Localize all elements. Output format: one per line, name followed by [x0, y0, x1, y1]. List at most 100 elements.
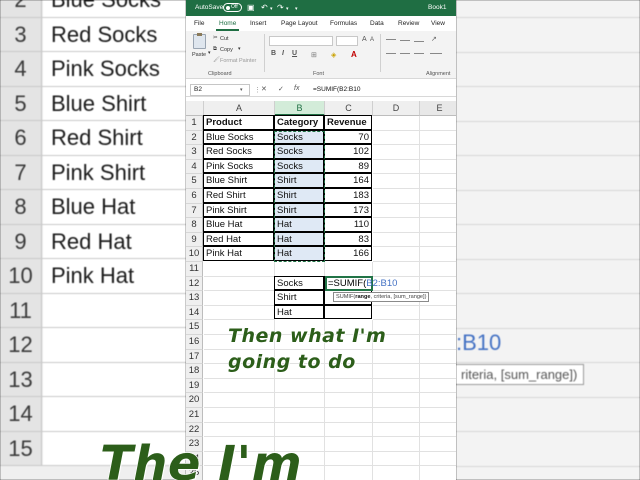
- cancel-icon[interactable]: ✕: [261, 85, 267, 93]
- paste-icon[interactable]: [193, 33, 206, 49]
- cell[interactable]: [420, 364, 456, 379]
- row-header[interactable]: 13: [186, 291, 203, 306]
- cell[interactable]: [373, 232, 420, 248]
- cell[interactable]: [373, 422, 420, 438]
- save-icon[interactable]: ▣: [247, 3, 255, 12]
- tab-view[interactable]: View: [431, 20, 445, 27]
- summary-category-cell[interactable]: Hat: [274, 304, 324, 320]
- row-header[interactable]: 17: [186, 349, 203, 365]
- copy-button[interactable]: Copy: [220, 47, 233, 53]
- table-header-cell[interactable]: Product: [203, 115, 274, 130]
- cell[interactable]: [420, 218, 456, 233]
- align-bottom-icon[interactable]: [414, 41, 424, 42]
- cell[interactable]: [420, 233, 456, 248]
- column-header-d[interactable]: D: [373, 101, 420, 116]
- category-cell[interactable]: Hat: [274, 231, 324, 247]
- category-cell[interactable]: Socks: [274, 129, 324, 145]
- cell[interactable]: [373, 159, 420, 175]
- cell[interactable]: [325, 378, 373, 394]
- cell[interactable]: [373, 145, 420, 160]
- cell[interactable]: [420, 466, 456, 480]
- cell[interactable]: [204, 262, 275, 277]
- column-header-e[interactable]: E: [420, 101, 456, 116]
- column-header-b[interactable]: B: [275, 101, 325, 116]
- cell[interactable]: [420, 262, 456, 277]
- cell[interactable]: [420, 145, 456, 160]
- cell[interactable]: [325, 466, 373, 480]
- row-header[interactable]: 21: [186, 408, 203, 423]
- cell[interactable]: [325, 262, 373, 277]
- cell[interactable]: [373, 189, 420, 204]
- cell[interactable]: [275, 378, 325, 394]
- cell[interactable]: [204, 378, 275, 394]
- cell[interactable]: [420, 452, 456, 467]
- column-header-a[interactable]: A: [204, 101, 275, 116]
- revenue-cell[interactable]: 83: [324, 231, 372, 247]
- undo-dropdown-icon[interactable]: ▾: [270, 5, 273, 14]
- cell[interactable]: [373, 174, 420, 189]
- cell[interactable]: [420, 204, 456, 219]
- row-header[interactable]: 5: [186, 174, 203, 189]
- row-header[interactable]: 6: [186, 189, 203, 204]
- row-header[interactable]: 15: [186, 320, 203, 335]
- summary-category-cell[interactable]: Socks: [274, 275, 324, 291]
- tab-file[interactable]: File: [194, 20, 204, 27]
- revenue-cell[interactable]: 164: [324, 173, 372, 188]
- cell[interactable]: [204, 393, 275, 408]
- fill-color-icon[interactable]: ◈: [331, 51, 336, 59]
- cell[interactable]: [325, 408, 373, 423]
- cell[interactable]: [420, 247, 456, 262]
- row-header[interactable]: 7: [186, 203, 203, 219]
- formula-text[interactable]: =SUMIF(B2:B10: [313, 86, 361, 93]
- cell[interactable]: [325, 393, 373, 408]
- cell[interactable]: [373, 451, 420, 467]
- font-color-icon[interactable]: A: [351, 50, 357, 59]
- cell[interactable]: [373, 408, 420, 423]
- product-cell[interactable]: Pink Hat: [203, 246, 274, 261]
- align-top-icon[interactable]: [386, 39, 396, 40]
- cell[interactable]: [204, 276, 275, 292]
- product-cell[interactable]: Blue Socks: [203, 129, 274, 145]
- align-middle-icon[interactable]: [400, 40, 410, 41]
- cut-icon[interactable]: ✂: [213, 35, 218, 41]
- product-cell[interactable]: Pink Socks: [203, 158, 274, 174]
- cell[interactable]: [204, 408, 275, 423]
- select-all-corner[interactable]: [186, 101, 204, 116]
- bold-icon[interactable]: B: [271, 50, 276, 57]
- paste-dropdown-icon[interactable]: ▾: [208, 50, 211, 56]
- category-cell[interactable]: Shirt: [274, 202, 324, 218]
- column-header-c[interactable]: C: [325, 101, 373, 116]
- tooltip-function-name[interactable]: SUMIF(: [336, 294, 355, 300]
- cell[interactable]: [275, 422, 325, 438]
- cell[interactable]: [204, 422, 275, 438]
- undo-icon[interactable]: ↶: [261, 3, 268, 12]
- table-header-cell[interactable]: Revenue: [324, 115, 372, 130]
- row-header[interactable]: 4: [186, 159, 203, 175]
- cell[interactable]: [373, 218, 420, 233]
- row-header[interactable]: 16: [186, 335, 203, 350]
- cell[interactable]: [420, 189, 456, 204]
- cut-button[interactable]: Cut: [220, 36, 229, 42]
- category-cell[interactable]: Hat: [274, 246, 324, 261]
- cell[interactable]: [373, 130, 420, 146]
- italic-icon[interactable]: I: [282, 50, 284, 57]
- align-right-icon[interactable]: [414, 53, 424, 54]
- increase-font-icon[interactable]: A: [362, 36, 367, 43]
- cell[interactable]: [420, 306, 456, 321]
- cell[interactable]: [420, 116, 456, 131]
- cell[interactable]: [420, 335, 456, 350]
- cell[interactable]: [373, 262, 420, 277]
- cell[interactable]: [420, 437, 456, 452]
- product-cell[interactable]: Red Shirt: [203, 188, 274, 203]
- cell[interactable]: [325, 451, 373, 467]
- product-cell[interactable]: Red Hat: [203, 231, 274, 247]
- copy-icon[interactable]: ⧉: [213, 46, 217, 53]
- row-header[interactable]: 19: [186, 378, 203, 394]
- align-center-icon[interactable]: [400, 53, 410, 54]
- cell[interactable]: [373, 364, 420, 379]
- cell[interactable]: [373, 247, 420, 262]
- cell[interactable]: [420, 160, 456, 175]
- cell[interactable]: [373, 378, 420, 394]
- row-header[interactable]: 2: [186, 130, 203, 146]
- cell[interactable]: [373, 116, 420, 131]
